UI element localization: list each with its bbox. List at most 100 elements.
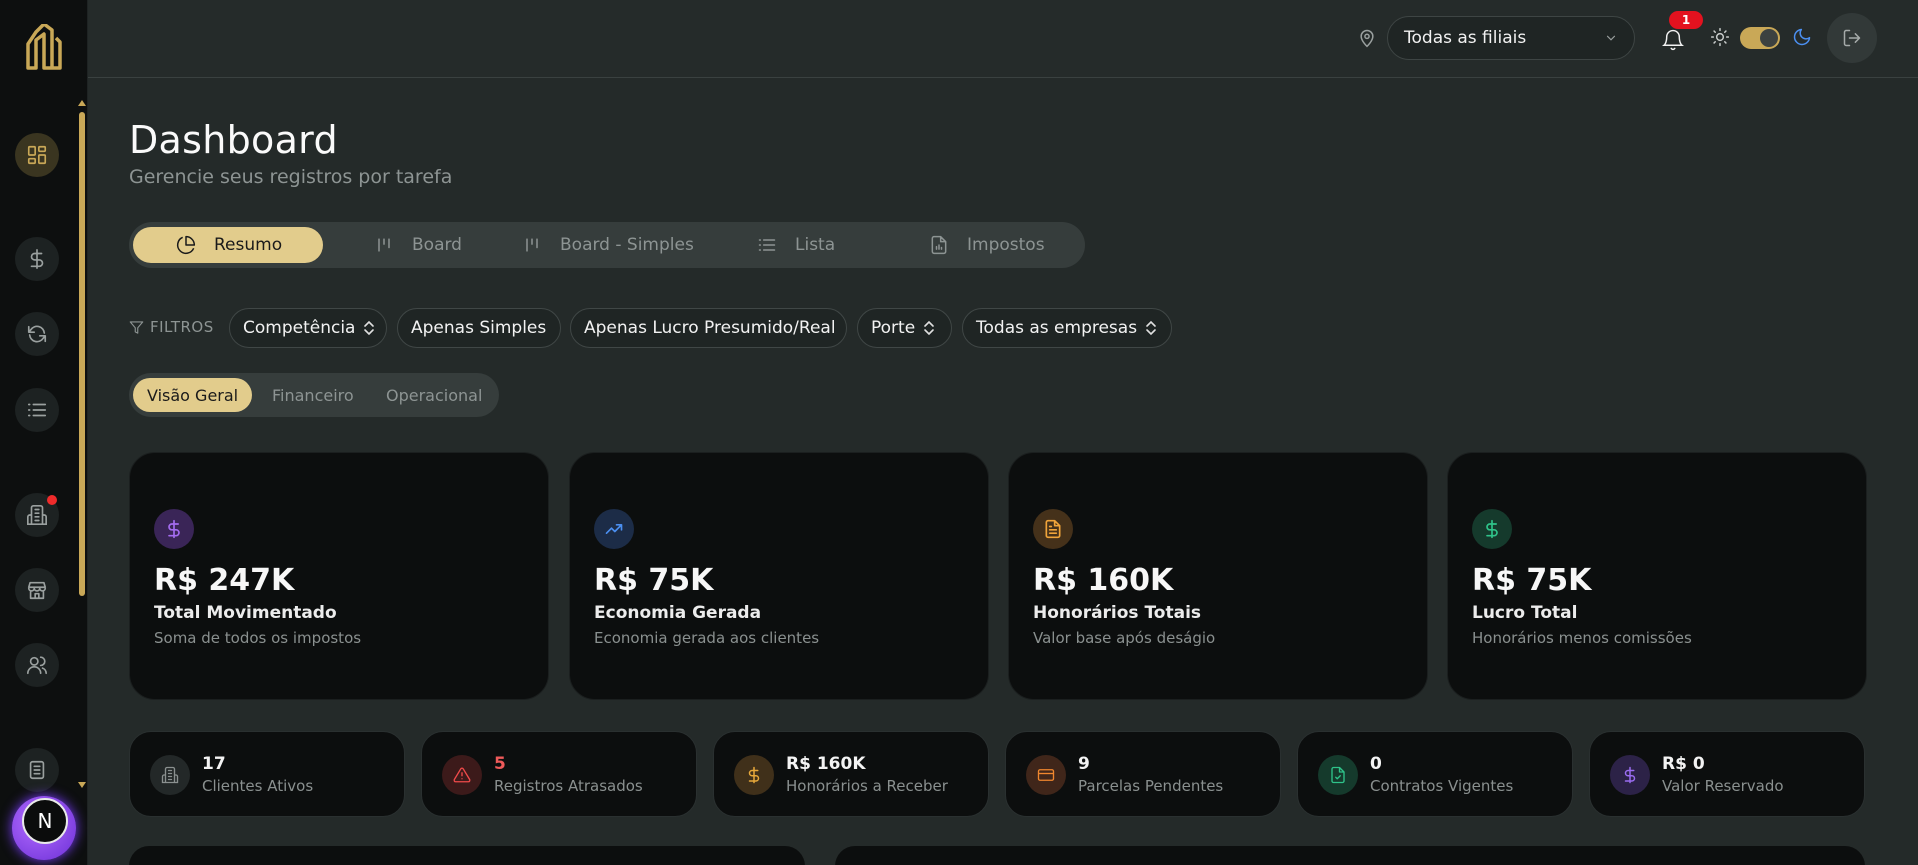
kpi-label: Total Movimentado <box>154 603 337 623</box>
sidebar-item-relatorios[interactable] <box>15 748 59 792</box>
tab-resumo[interactable]: Resumo <box>133 227 323 263</box>
filter-porte[interactable]: Porte <box>857 308 952 348</box>
chart-card-left <box>129 846 805 865</box>
dollar-icon <box>30 249 44 269</box>
filter-porte-label: Porte <box>871 318 916 338</box>
sidebar-item-recorrencias[interactable] <box>15 312 59 356</box>
kpi-label: Lucro Total <box>1472 603 1578 623</box>
logout-button[interactable] <box>1827 13 1877 63</box>
chevron-up-down-icon <box>924 320 934 336</box>
moon-icon[interactable] <box>1792 27 1812 47</box>
theme-toggle-knob <box>1760 29 1778 47</box>
sidebar-item-empresas[interactable] <box>15 493 59 537</box>
view-tabs: Resumo Board Board - Simples Lista Impos… <box>129 222 1085 268</box>
dollar-icon <box>168 519 180 539</box>
dollar-icon <box>1486 519 1498 539</box>
dollar-icon <box>1624 766 1636 784</box>
store-icon <box>27 581 47 600</box>
filter-icon <box>129 320 144 334</box>
stat-card-clientes-ativos: 17 Clientes Ativos <box>129 731 405 817</box>
sidebar-item-usuarios[interactable] <box>15 643 59 687</box>
logo-icon <box>26 22 62 70</box>
kpi-card-economia-gerada: R$ 75K Economia Gerada Economia gerada a… <box>569 452 989 700</box>
stat-icon-wrap <box>150 755 190 795</box>
tab-impostos[interactable]: Impostos <box>929 227 1045 263</box>
list-icon <box>27 403 47 417</box>
avatar[interactable]: N <box>22 798 68 844</box>
segment-visao-geral[interactable]: Visão Geral <box>133 378 253 412</box>
filter-apenas-simples-label: Apenas Simples <box>411 318 547 338</box>
filter-empresas[interactable]: Todas as empresas <box>962 308 1172 348</box>
chevron-up-down-icon <box>364 320 375 336</box>
sidebar-item-filiais[interactable] <box>15 568 59 612</box>
tab-board-simples[interactable]: Board - Simples <box>522 227 694 263</box>
map-pin-icon <box>1360 29 1374 48</box>
stat-label: Honorários a Receber <box>786 777 948 795</box>
kpi-value: R$ 247K <box>154 563 295 598</box>
sidebar-item-dashboard[interactable] <box>15 133 59 177</box>
scroll-down-arrow[interactable] <box>78 782 86 788</box>
kanban-icon <box>378 238 390 252</box>
kpi-icon-wrap <box>594 509 634 549</box>
branch-select[interactable]: Todas as filiais <box>1387 16 1635 60</box>
stat-label: Valor Reservado <box>1662 777 1784 795</box>
trending-up-icon <box>605 524 623 534</box>
kpi-value: R$ 75K <box>1472 563 1592 598</box>
filter-apenas-simples[interactable]: Apenas Simples <box>397 308 561 348</box>
segment-financeiro-label: Financeiro <box>272 385 354 405</box>
segment-visao-geral-label: Visão Geral <box>147 385 239 405</box>
stat-label: Contratos Vigentes <box>1370 777 1514 795</box>
kpi-value: R$ 160K <box>1033 563 1174 598</box>
kpi-description: Soma de todos os impostos <box>154 629 362 647</box>
kpi-description: Valor base após deságio <box>1033 629 1216 647</box>
stat-card-contratos-vigentes: 0 Contratos Vigentes <box>1297 731 1573 817</box>
kpi-icon-wrap <box>1033 509 1073 549</box>
stat-card-valor-reservado: R$ 0 Valor Reservado <box>1589 731 1865 817</box>
dollar-icon <box>748 766 760 784</box>
kpi-label: Economia Gerada <box>594 603 762 623</box>
stat-icon-wrap <box>734 755 774 795</box>
segment-operacional-label: Operacional <box>386 385 483 405</box>
pie-chart-icon <box>176 235 196 255</box>
kpi-card-lucro-total: R$ 75K Lucro Total Honorários menos comi… <box>1447 452 1867 700</box>
tab-resumo-label: Resumo <box>214 235 283 255</box>
segment-operacional[interactable]: Operacional <box>386 378 482 412</box>
stat-card-honorarios-receber: R$ 160K Honorários a Receber <box>713 731 989 817</box>
file-check-icon <box>1331 766 1345 784</box>
theme-toggle[interactable] <box>1740 27 1780 49</box>
kpi-label: Honorários Totais <box>1033 603 1202 623</box>
tab-lista[interactable]: Lista <box>757 227 835 263</box>
stat-value: R$ 0 <box>1662 754 1705 774</box>
app-logo[interactable] <box>24 22 64 72</box>
report-icon <box>29 760 45 780</box>
notification-badge: 1 <box>1669 11 1703 29</box>
dashboard-icon <box>27 145 47 165</box>
stat-icon-wrap <box>1318 755 1358 795</box>
list-icon <box>758 239 776 251</box>
page-subtitle: Gerencie seus registros por tarefa <box>129 166 453 188</box>
filter-lucro-presumido[interactable]: Apenas Lucro Presumido/Real <box>570 308 847 348</box>
sidebar-item-lista[interactable] <box>15 388 59 432</box>
kpi-description: Honorários menos comissões <box>1472 629 1692 647</box>
sidebar: N <box>0 0 88 865</box>
page-title: Dashboard <box>129 118 338 162</box>
stat-icon-wrap <box>1610 755 1650 795</box>
scroll-up-arrow[interactable] <box>78 100 86 106</box>
sidebar-item-financeiro[interactable] <box>15 237 59 281</box>
file-text-icon <box>1045 519 1061 539</box>
filter-competencia[interactable]: Competência <box>229 308 387 348</box>
tab-board[interactable]: Board <box>374 227 462 263</box>
filter-competencia-label: Competência <box>243 318 356 338</box>
tab-lista-label: Lista <box>795 235 836 255</box>
stat-value: 17 <box>202 754 226 774</box>
sun-icon[interactable] <box>1710 27 1730 47</box>
filters-label-text: FILTROS <box>150 318 214 336</box>
stat-label: Parcelas Pendentes <box>1078 777 1224 795</box>
stat-icon-wrap <box>1026 755 1066 795</box>
logout-icon <box>1843 29 1861 47</box>
sidebar-scrollbar[interactable] <box>79 112 85 596</box>
segment-financeiro[interactable]: Financeiro <box>272 378 354 412</box>
stat-value: 0 <box>1370 754 1382 774</box>
kpi-value: R$ 75K <box>594 563 714 598</box>
stat-value: 5 <box>494 754 506 774</box>
